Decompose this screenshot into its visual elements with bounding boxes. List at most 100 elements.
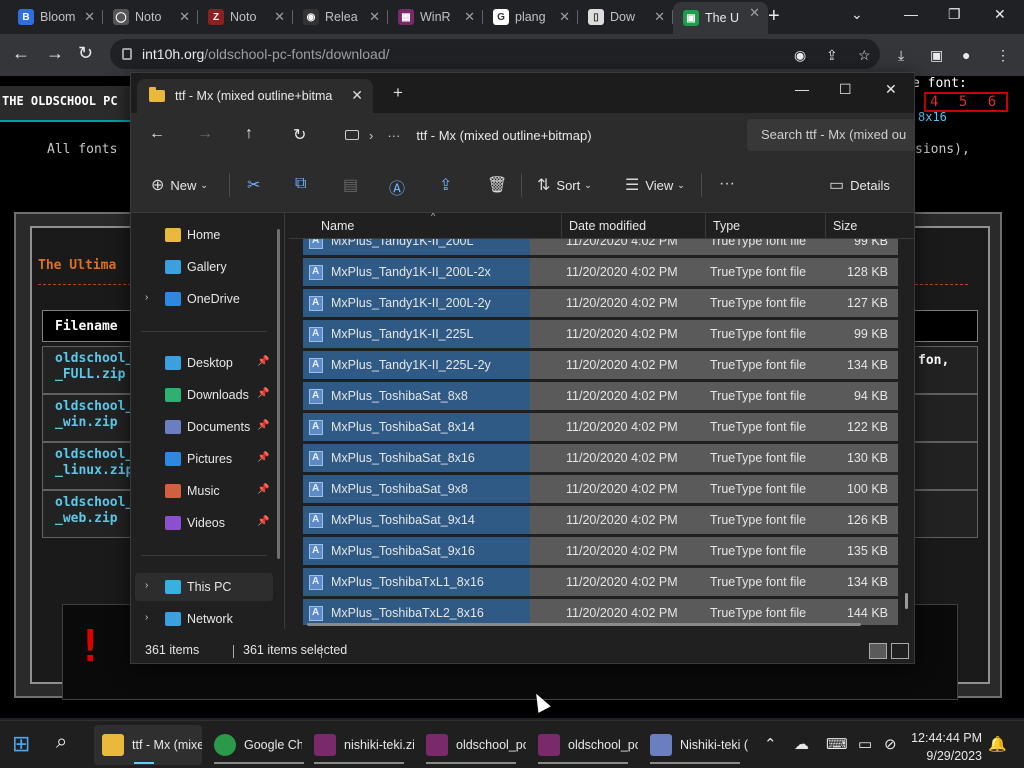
- minimize-icon[interactable]: —: [904, 6, 918, 22]
- menu-kebab-icon[interactable]: ⋮: [996, 47, 1010, 64]
- close-tab-icon[interactable]: ✕: [559, 9, 570, 25]
- file-name-cell[interactable]: MxPlus_Tandy1K-II_200L-2x: [303, 258, 530, 286]
- browser-tab[interactable]: ◉ Relea ✕: [293, 6, 388, 28]
- close-tab-icon[interactable]: ✕: [464, 9, 475, 25]
- keyboard-icon[interactable]: ⌨: [826, 735, 848, 753]
- close-tab-icon[interactable]: ✕: [351, 87, 363, 104]
- font-preview-size[interactable]: 8x16: [918, 110, 947, 124]
- table-row[interactable]: MxPlus_ToshibaTxL1_8x16 11/20/2020 4:02 P…: [303, 568, 898, 596]
- table-row[interactable]: MxPlus_ToshibaSat_9x14 11/20/2020 4:02 PM…: [303, 506, 898, 534]
- details-button[interactable]: ▭ Details: [829, 175, 890, 195]
- nav-scrollbar[interactable]: [277, 229, 280, 559]
- table-row[interactable]: MxPlus_ToshibaSat_8x8 11/20/2020 4:02 PM T…: [303, 382, 898, 410]
- close-tab-icon[interactable]: ✕: [179, 9, 190, 25]
- up-icon[interactable]: ↑: [245, 125, 253, 143]
- table-row[interactable]: MxPlus_ToshibaSat_8x16 11/20/2020 4:02 PM…: [303, 444, 898, 472]
- taskbar-app[interactable]: nishiki-teki.zi: [306, 725, 414, 765]
- cut-button[interactable]: ✂: [247, 175, 266, 195]
- taskbar-app[interactable]: Nishiki-teki (: [642, 725, 750, 765]
- explorer-maximize-icon[interactable]: ☐: [839, 81, 852, 98]
- vertical-scrollbar[interactable]: [905, 593, 908, 609]
- taskbar-app[interactable]: Google Ch: [206, 725, 304, 765]
- column-type[interactable]: Type: [713, 219, 740, 233]
- profile-avatar-icon[interactable]: ●: [962, 47, 970, 63]
- nav-item-gallery[interactable]: Gallery: [135, 253, 273, 281]
- close-tab-icon[interactable]: ✕: [84, 9, 95, 25]
- tab-search-icon[interactable]: ⌄: [851, 6, 863, 23]
- sort-button[interactable]: ⇅ Sort ⌄: [537, 175, 592, 195]
- nav-item-pictures[interactable]: Pictures 📌: [135, 445, 273, 473]
- notification-bell-icon[interactable]: 🔔: [988, 735, 1007, 753]
- nav-item-downloads[interactable]: Downloads 📌: [135, 381, 273, 409]
- file-name-cell[interactable]: MxPlus_Tandy1K-II_225L: [303, 320, 530, 348]
- nav-item-videos[interactable]: Videos 📌: [135, 509, 273, 537]
- chevron-up-icon[interactable]: ⌃: [764, 735, 777, 753]
- share-button[interactable]: ⇪: [439, 175, 458, 195]
- display-icon[interactable]: ▭: [858, 735, 872, 753]
- file-name-cell[interactable]: MxPlus_Tandy1K-II_200L-2y: [303, 289, 530, 317]
- nav-item-music[interactable]: Music 📌: [135, 477, 273, 505]
- file-name-cell[interactable]: MxPlus_ToshibaSat_9x14: [303, 506, 530, 534]
- file-name-cell[interactable]: MxPlus_ToshibaSat_9x16: [303, 537, 530, 565]
- google-lens-icon[interactable]: ◉: [794, 47, 806, 64]
- column-name[interactable]: Name: [321, 219, 354, 233]
- nav-item-home[interactable]: Home: [135, 221, 273, 249]
- nav-item-onedrive[interactable]: › OneDrive: [135, 285, 273, 313]
- column-separator[interactable]: [705, 213, 706, 239]
- horizontal-scrollbar[interactable]: [307, 623, 861, 626]
- chevron-right-icon[interactable]: ›: [145, 612, 148, 623]
- network-muted-icon[interactable]: ⊘: [884, 735, 897, 753]
- browser-tab[interactable]: Gplang ✕: [483, 6, 578, 28]
- file-name-cell[interactable]: MxPlus_ToshibaSat_8x16: [303, 444, 530, 472]
- table-row[interactable]: MxPlus_ToshibaSat_9x8 11/20/2020 4:02 PM T…: [303, 475, 898, 503]
- nav-item-desktop[interactable]: Desktop 📌: [135, 349, 273, 377]
- file-name-cell[interactable]: MxPlus_ToshibaTxL1_8x16: [303, 568, 530, 596]
- column-separator[interactable]: [825, 213, 826, 239]
- file-name-cell[interactable]: MxPlus_ToshibaSat_8x8: [303, 382, 530, 410]
- browser-tab[interactable]: ◯ Noto ✕: [103, 6, 198, 28]
- back-icon[interactable]: ←: [12, 43, 30, 64]
- column-size[interactable]: Size: [833, 219, 857, 233]
- table-row[interactable]: MxPlus_Tandy1K-II_225L-2y 11/20/2020 4:02…: [303, 351, 898, 379]
- refresh-icon[interactable]: ↻: [293, 125, 306, 145]
- download-icon[interactable]: ⤓: [898, 47, 904, 64]
- more-path-icon[interactable]: ···: [387, 128, 400, 143]
- search-input[interactable]: Search ttf - Mx (mixed ou: [747, 119, 914, 151]
- large-icons-view-icon[interactable]: [891, 643, 909, 659]
- restore-icon[interactable]: ❐: [948, 6, 961, 23]
- browser-tab[interactable]: ▦ WinR ✕: [388, 6, 483, 28]
- see-more-button[interactable]: ···: [719, 175, 741, 193]
- file-name-cell[interactable]: MxPlus_ToshibaSat_8x14: [303, 413, 530, 441]
- browser-tab[interactable]: Z Noto ✕: [198, 6, 293, 28]
- delete-button[interactable]: 🗑: [487, 175, 513, 195]
- explorer-close-icon[interactable]: ✕: [885, 81, 897, 98]
- share-icon[interactable]: ⇪: [826, 47, 838, 64]
- table-row[interactable]: MxPlus_ToshibaTxL2_8x16 11/20/2020 4:02 P…: [303, 599, 898, 625]
- taskbar-app[interactable]: oldschool_pc: [418, 725, 526, 765]
- nav-item-this-pc[interactable]: › This PC: [135, 573, 273, 601]
- browser-tab[interactable]: ▣ The U ✕: [673, 2, 768, 34]
- view-button[interactable]: ☰ View ⌄: [625, 175, 685, 195]
- nav-item-network[interactable]: › Network: [135, 605, 273, 633]
- close-tab-icon[interactable]: ✕: [654, 9, 665, 25]
- copy-button[interactable]: ⧉: [295, 175, 312, 193]
- table-row[interactable]: MxPlus_Tandy1K-II_225L 11/20/2020 4:02 PM…: [303, 320, 898, 348]
- search-icon[interactable]: ⌕: [56, 731, 67, 754]
- breadcrumb[interactable]: › ··· ttf - Mx (mixed outline+bitmap): [331, 119, 737, 151]
- table-row[interactable]: MxPlus_ToshibaSat_9x16 11/20/2020 4:02 PM…: [303, 537, 898, 565]
- new-tab-icon[interactable]: +: [768, 5, 780, 28]
- table-row[interactable]: MxPlus_Tandy1K-II_200L-2x 11/20/2020 4:02…: [303, 258, 898, 286]
- file-name-cell[interactable]: MxPlus_Tandy1K-II_225L-2y: [303, 351, 530, 379]
- side-panel-icon[interactable]: ▣: [930, 47, 943, 64]
- column-separator[interactable]: [561, 213, 562, 239]
- nav-item-documents[interactable]: Documents 📌: [135, 413, 273, 441]
- start-windows-icon[interactable]: ⊞: [12, 731, 30, 757]
- new-button[interactable]: ⊕ New ⌄: [151, 175, 208, 195]
- browser-tab[interactable]: ▯ Dow ✕: [578, 6, 673, 28]
- close-window-icon[interactable]: ✕: [994, 6, 1006, 23]
- clock[interactable]: 12:44:44 PM 9/29/2023: [906, 729, 982, 765]
- close-tab-icon[interactable]: ✕: [274, 9, 285, 25]
- reload-icon[interactable]: ↻: [78, 43, 93, 64]
- chevron-right-icon[interactable]: ›: [145, 580, 148, 591]
- chevron-right-icon[interactable]: ›: [145, 292, 148, 303]
